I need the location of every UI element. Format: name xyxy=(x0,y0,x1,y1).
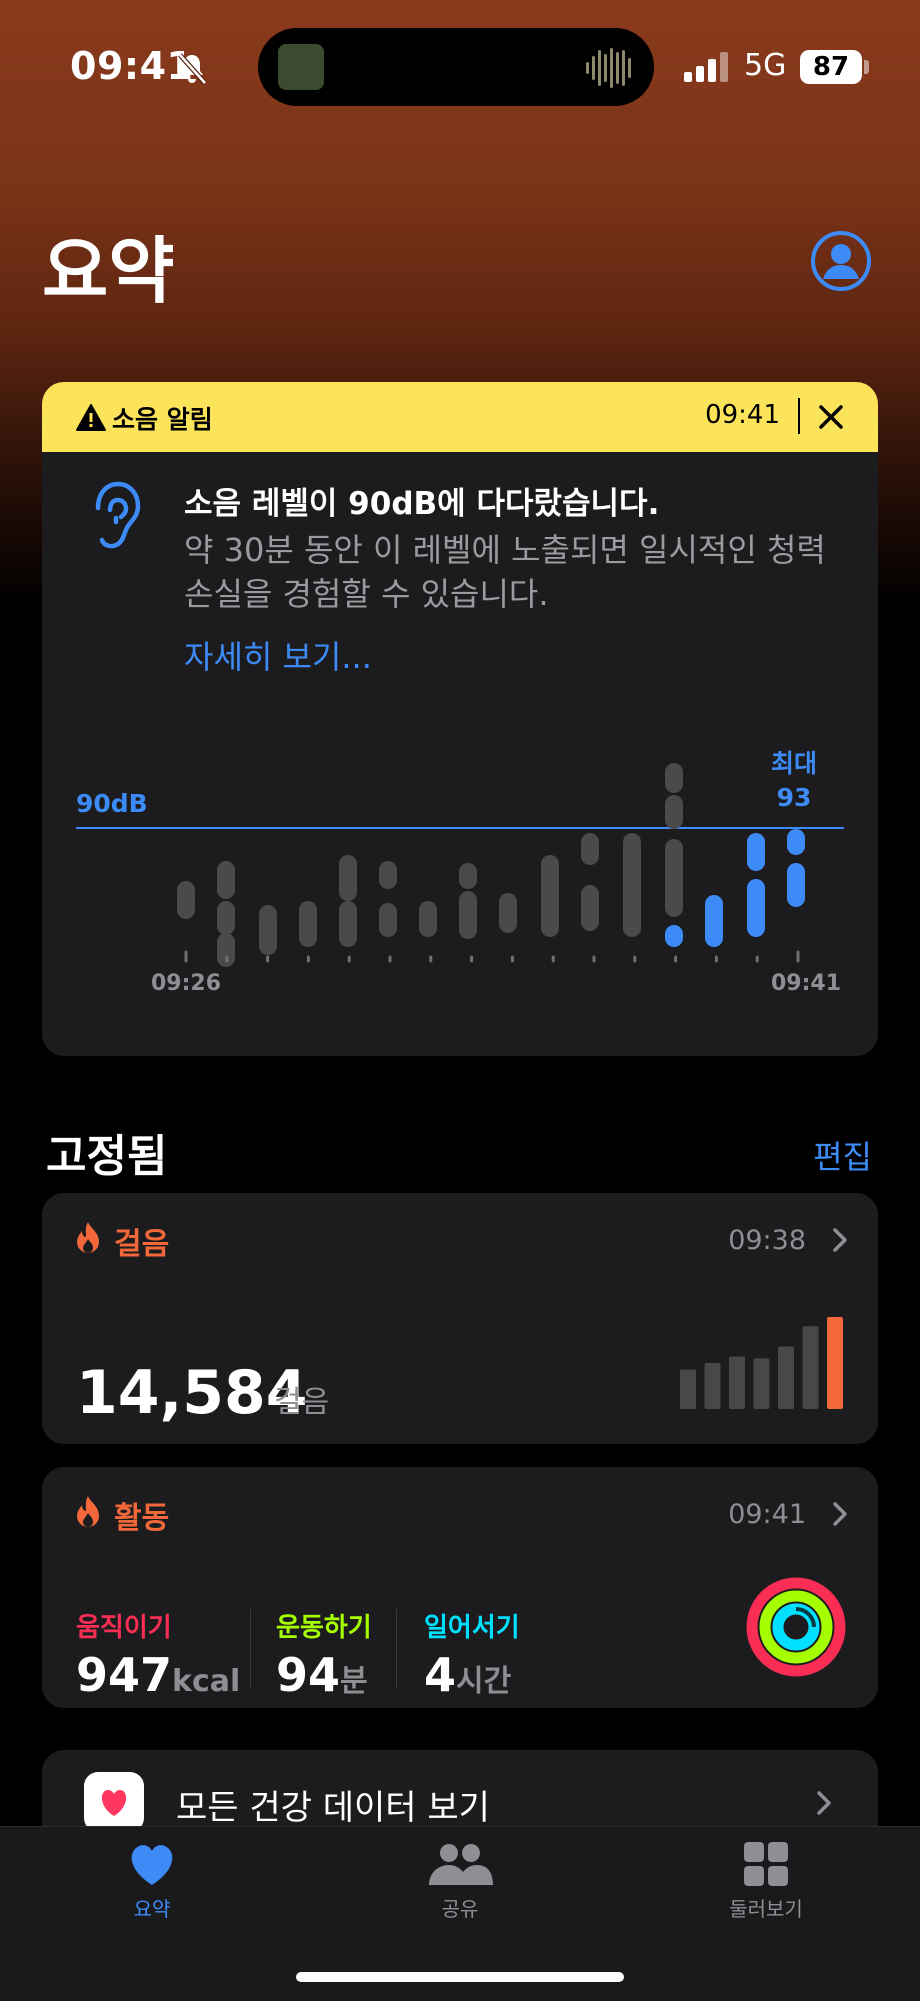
steps-mini-bar xyxy=(680,1369,696,1409)
silent-bell-icon xyxy=(178,53,207,85)
stand-value: 4 xyxy=(424,1648,457,1702)
stat-divider xyxy=(396,1609,397,1689)
noise-alert-card[interactable]: 소음 알림 09:41 소음 레벨이 90dB에 다다랐습니다. 약 30분 동… xyxy=(42,382,878,1056)
steps-card[interactable]: 걸음 09:38 14,584 걸음 xyxy=(42,1193,878,1444)
flame-icon xyxy=(77,1222,99,1253)
steps-mini-bar xyxy=(778,1346,794,1409)
exercise-value: 94 xyxy=(276,1648,341,1702)
close-icon[interactable] xyxy=(818,404,844,430)
now-playing-artwork xyxy=(278,44,324,90)
exercise-unit: 분 xyxy=(340,1664,368,1699)
cellular-signal-icon xyxy=(684,52,728,82)
page-title: 요약 xyxy=(42,229,175,313)
max-value: 93 xyxy=(777,783,812,812)
steps-mini-bar xyxy=(704,1363,721,1409)
chevron-right-icon xyxy=(833,1502,847,1526)
pinned-section-title: 고정됨 xyxy=(46,1131,168,1182)
grid-icon xyxy=(744,1842,788,1886)
battery-tip xyxy=(864,60,869,74)
learn-more-link[interactable]: 자세히 보기... xyxy=(184,632,372,678)
all-health-data-label: 모든 건강 데이터 보기 xyxy=(176,1788,490,1828)
exercise-stat: 운동하기 94분 xyxy=(276,1607,372,1702)
noise-alert-headline: 소음 레벨이 90dB에 다다랐습니다. xyxy=(184,486,660,522)
tab-browse-label: 둘러보기 xyxy=(729,1897,803,1921)
home-indicator xyxy=(296,1972,624,1982)
noise-level-chart: 90dB 최대 93 09:26 09:41 xyxy=(76,749,844,996)
noise-alert-body: 약 30분 동안 이 레벨에 노출되면 일시적인 청력 손실을 경험할 수 있습… xyxy=(184,531,826,613)
health-app-icon xyxy=(84,1772,144,1832)
exercise-label: 운동하기 xyxy=(276,1613,372,1643)
steps-mini-bar xyxy=(802,1326,819,1409)
steps-time: 09:38 xyxy=(728,1225,806,1256)
tab-summary-label: 요약 xyxy=(133,1897,171,1921)
move-label: 움직이기 xyxy=(76,1613,172,1643)
steps-mini-bar xyxy=(729,1356,745,1409)
x-start-label: 09:26 xyxy=(151,971,221,996)
people-icon xyxy=(429,1844,493,1885)
activity-title: 활동 xyxy=(114,1501,170,1536)
heart-icon xyxy=(131,1845,173,1885)
stand-label: 일어서기 xyxy=(424,1613,520,1643)
activity-card[interactable]: 활동 09:41 움직이기 947kcal 운동하기 94분 일어서기 4시간 xyxy=(42,1467,878,1708)
edit-button[interactable]: 편집 xyxy=(813,1132,872,1178)
noise-alert-header: 소음 알림 09:41 xyxy=(42,382,878,452)
chevron-right-icon xyxy=(817,1791,831,1815)
status-time: 09:41 xyxy=(70,44,194,88)
stat-divider xyxy=(250,1609,251,1689)
tab-sharing-label: 공유 xyxy=(441,1897,479,1921)
flame-icon xyxy=(77,1496,99,1527)
ear-icon xyxy=(95,481,141,549)
activity-rings-icon xyxy=(746,1577,846,1677)
tab-summary[interactable]: 요약 xyxy=(72,1841,232,1922)
threshold-label: 90dB xyxy=(76,789,148,818)
max-label: 최대 xyxy=(771,749,817,778)
stand-unit: 시간 xyxy=(456,1664,512,1699)
noise-alert-time: 09:41 xyxy=(705,400,780,430)
profile-avatar-icon[interactable] xyxy=(810,230,872,292)
header-divider xyxy=(798,398,800,434)
tab-browse[interactable]: 둘러보기 xyxy=(686,1841,846,1922)
steps-unit: 걸음 xyxy=(274,1385,330,1420)
steps-mini-bar xyxy=(753,1358,770,1409)
noise-alert-label: 소음 알림 xyxy=(112,405,213,434)
battery-indicator: 87 xyxy=(800,50,862,84)
network-type: 5G xyxy=(744,48,787,83)
activity-time: 09:41 xyxy=(728,1499,806,1530)
tab-sharing[interactable]: 공유 xyxy=(380,1841,540,1922)
stand-stat: 일어서기 4시간 xyxy=(424,1607,520,1702)
move-value: 947 xyxy=(76,1648,173,1702)
heart-icon xyxy=(101,1790,127,1816)
steps-value: 14,584 xyxy=(76,1358,308,1428)
move-unit: kcal xyxy=(172,1664,241,1699)
chevron-right-icon xyxy=(833,1228,847,1252)
x-end-label: 09:41 xyxy=(771,971,841,996)
move-stat: 움직이기 947kcal xyxy=(76,1607,240,1702)
warning-icon xyxy=(76,404,106,431)
steps-mini-bar xyxy=(827,1317,843,1409)
status-bar: 09:41 5G 87 xyxy=(0,0,920,130)
steps-mini-chart xyxy=(680,1317,843,1409)
audio-waveform-icon xyxy=(586,48,631,88)
steps-title: 걸음 xyxy=(114,1227,170,1262)
dynamic-island[interactable] xyxy=(258,28,654,106)
